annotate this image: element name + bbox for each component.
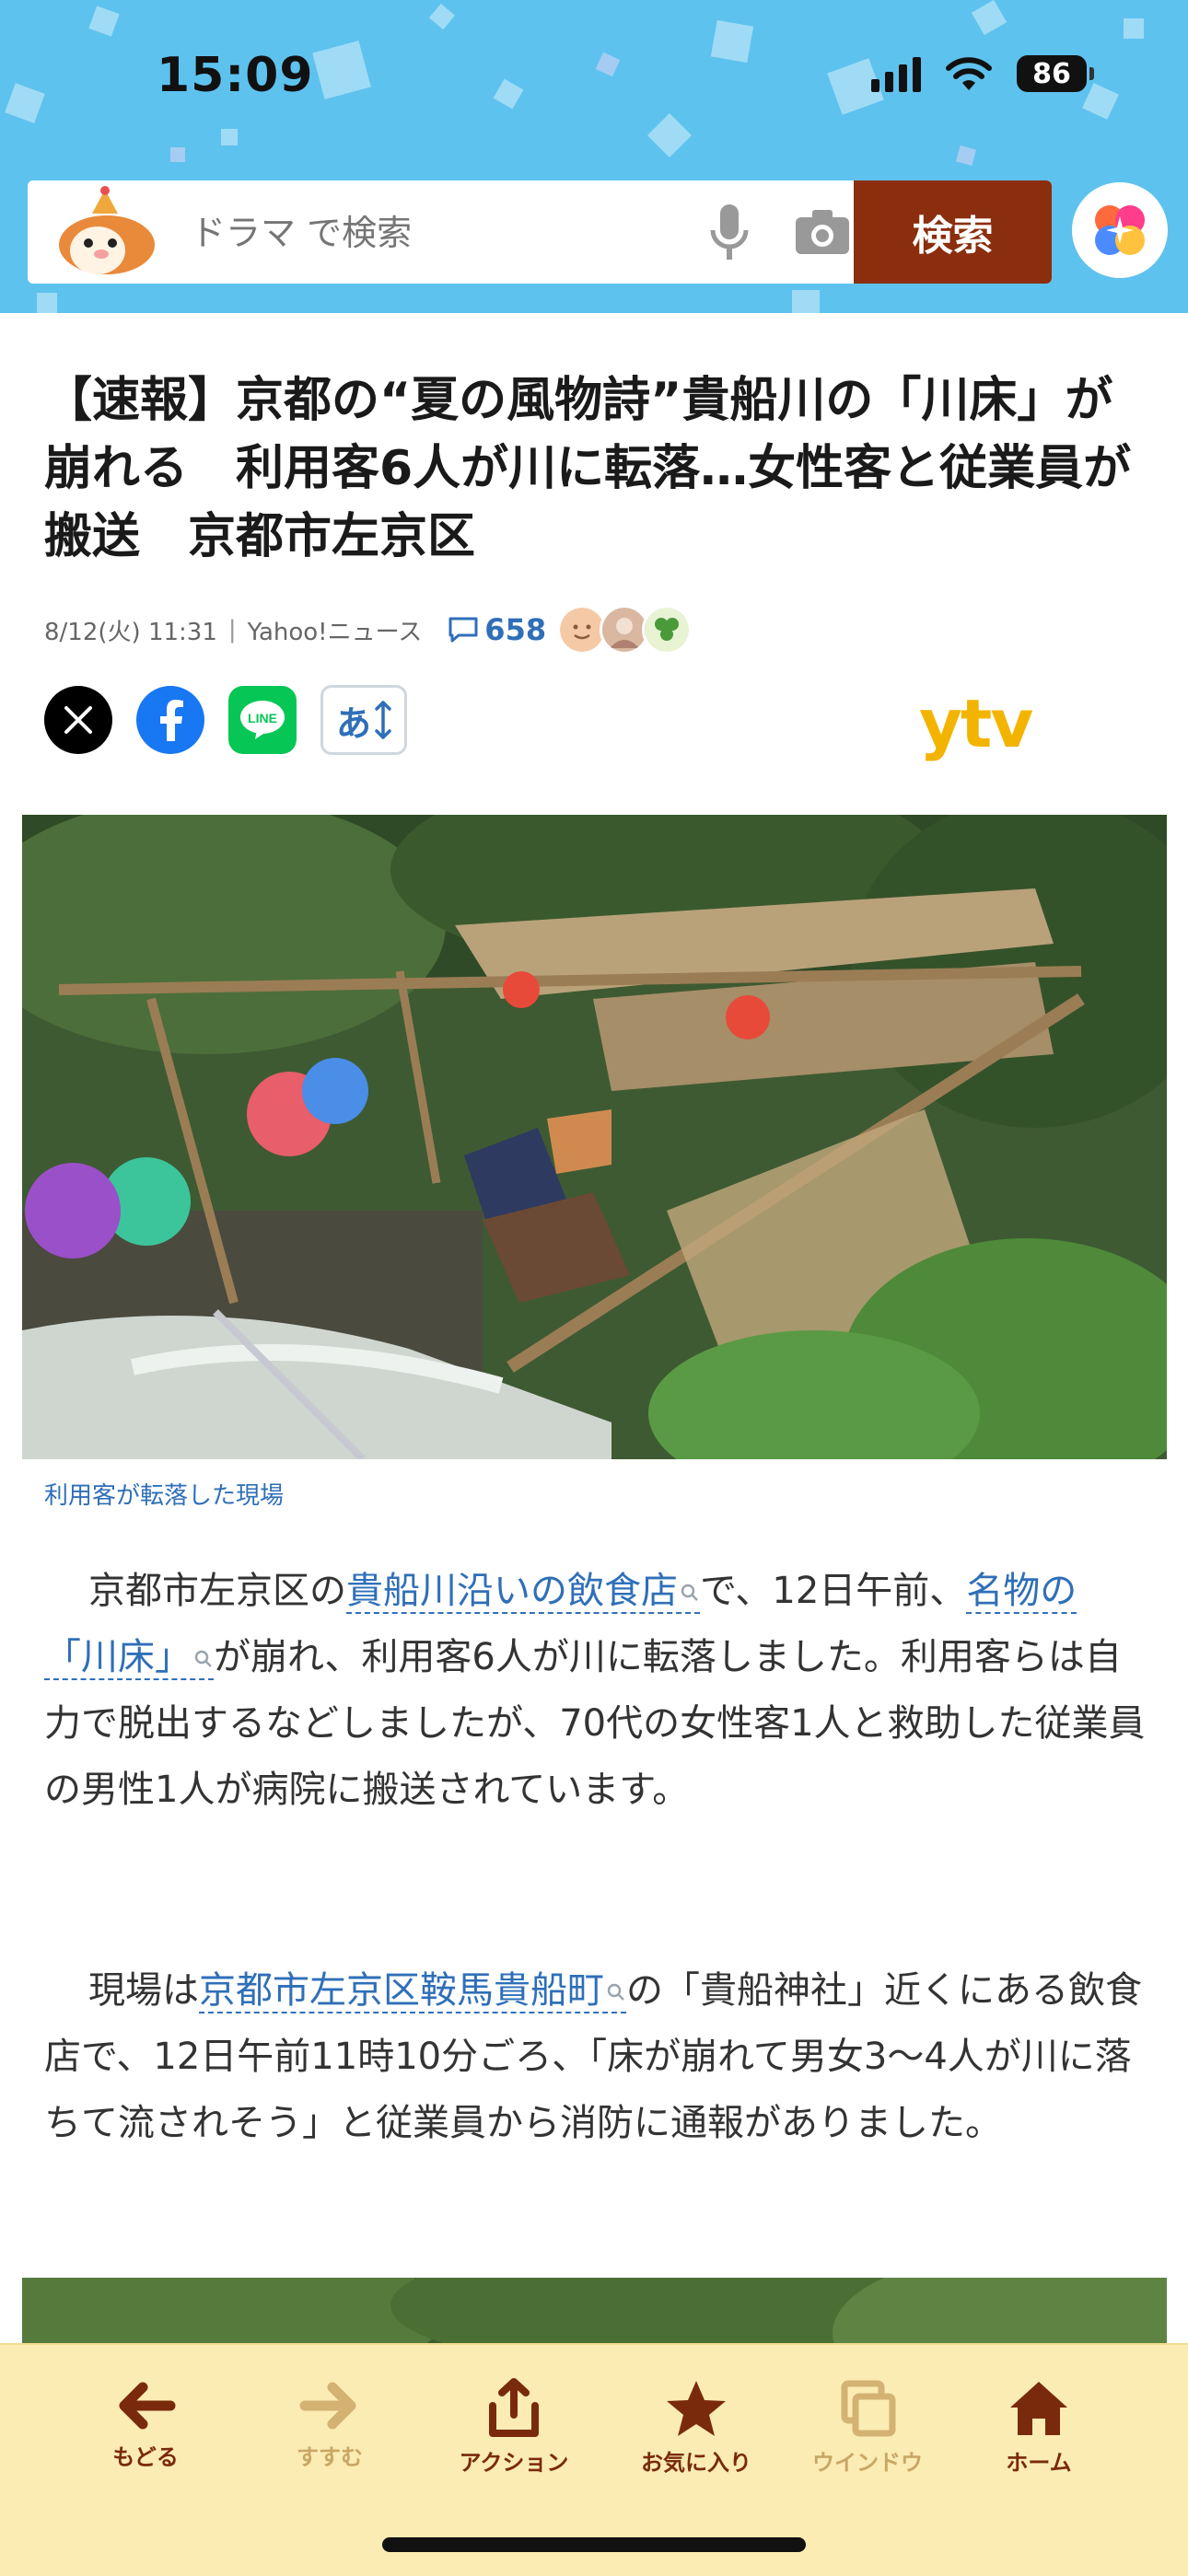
arrow-right-icon [299,2382,356,2430]
back-label: もどる [112,2444,179,2470]
microphone-icon[interactable] [707,203,751,263]
share-icon [489,2378,539,2437]
home-label: ホーム [1006,2450,1072,2476]
font-size-label: あ [335,702,371,744]
resize-arrows-icon [375,701,391,739]
font-size-button[interactable]: あ [320,685,407,755]
x-logo-icon [64,706,92,734]
battery-icon: 86 [1017,55,1094,92]
photo-caption: 利用客が転落した現場 [44,1482,285,1510]
search-bar[interactable]: 検索 [28,180,1052,285]
facebook-logo-icon [160,700,183,741]
comment-icon [448,617,478,643]
search-input[interactable] [189,180,671,285]
meta-divider: | [227,616,237,644]
facebook-share-button[interactable] [136,686,204,754]
clover-avatar-icon [642,605,693,655]
search-button[interactable]: 検索 [854,180,1052,284]
svg-text:LINE: LINE [248,711,277,725]
favorites-button[interactable]: お気に入り [623,2378,770,2477]
favorites-label: お気に入り [641,2450,751,2476]
action-label: アクション [459,2450,569,2476]
keyword-link-kibune-town[interactable]: 京都市左京区鞍馬貴船町 [199,1969,626,2013]
article-meta: 8/12(火) 11:31 | Yahoo!ニュース 658 [44,605,693,655]
window-button[interactable]: ウインドウ [794,2378,941,2477]
app-header: 15:09 86 ドラマ で検索 検索 [0,0,1188,313]
publisher-logo[interactable]: ytv [919,685,1033,762]
search-small-icon [681,1584,698,1601]
article-paragraph-1: 京都市左京区の貴船川沿いの飲食店 で、12日午前、名物の「川床」 が崩れ、利用客6人… [44,1558,1149,1823]
status-time: 15:09 [157,48,314,103]
star-icon [667,2381,726,2436]
keyword-link-kibune-restaurant[interactable]: 貴船川沿いの飲食店 [346,1570,700,1614]
guinea-pig-mascot-icon [59,186,155,274]
home-icon [1010,2382,1067,2435]
camera-icon[interactable] [794,208,851,256]
forward-button[interactable]: すすむ [256,2378,403,2471]
keyword-link-label: 貴船川沿いの飲食店 [346,1570,678,1612]
forward-label: すすむ [297,2444,363,2470]
ai-assistant-icon [1095,205,1145,255]
comments-link[interactable]: 658 [448,612,546,647]
home-button[interactable]: ホーム [965,2378,1112,2477]
line-logo-icon: LINE [240,701,285,739]
article-paragraph-2: 現場は京都市左京区鞍馬貴船町 の「貴船神社」近くにある飲食店で、12日午前11時1… [44,1957,1149,2156]
article-photo[interactable] [22,815,1167,1459]
line-share-button[interactable]: LINE [228,686,297,754]
ai-assistant-button[interactable] [1072,182,1168,278]
article-headline: 【速報】京都の“夏の風物詩”貴船川の「川床」が崩れる 利用客6人が川に転落…女性… [44,373,1132,564]
search-small-icon [607,1983,624,2001]
reaction-avatars[interactable] [557,605,693,655]
arrow-left-icon [119,2382,176,2430]
article-date: 8/12(火) 11:31 [44,618,217,646]
paragraph-1-text-b: で、12日午前、 [700,1570,967,1612]
search-small-icon [194,1650,212,1667]
action-button[interactable]: アクション [440,2378,588,2477]
comment-count: 658 [484,612,547,647]
status-icons: 86 [871,55,1094,92]
wifi-icon [946,57,992,90]
x-share-button[interactable] [44,686,112,754]
home-indicator[interactable] [382,2537,806,2552]
keyword-link-label: 京都市左京区鞍馬貴船町 [199,1969,604,2012]
paragraph-2-text-a: 現場は [88,1969,199,2012]
cellular-signal-icon [871,55,921,92]
paragraph-1-text-a: 京都市左京区の [88,1570,346,1612]
back-button[interactable]: もどる [72,2378,219,2471]
windows-icon [841,2380,896,2437]
window-label: ウインドウ [812,2450,923,2476]
article-source: Yahoo!ニュース [247,618,423,646]
share-row: LINE あ [44,685,407,755]
